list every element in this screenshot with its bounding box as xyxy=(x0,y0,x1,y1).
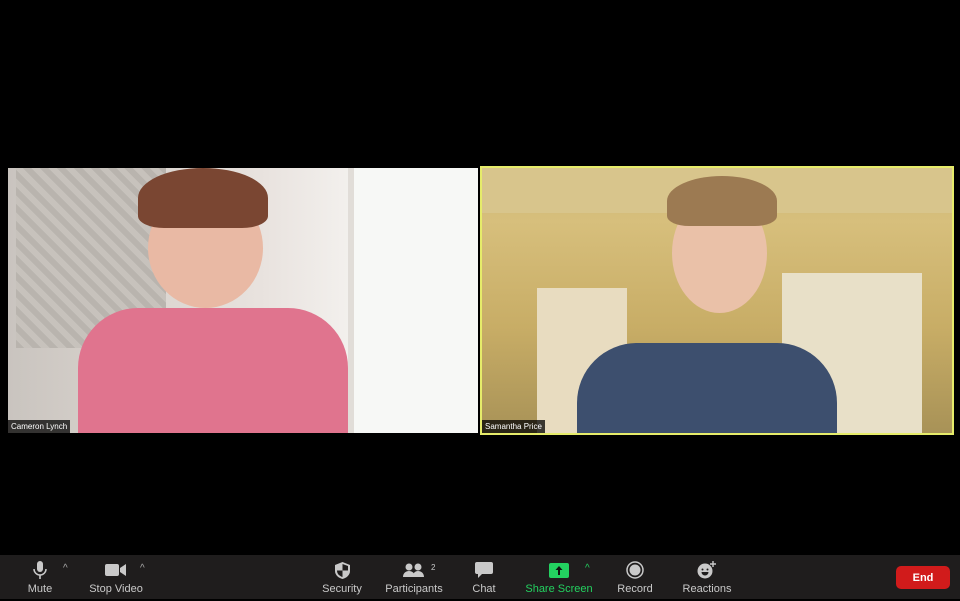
video-feed xyxy=(482,168,952,433)
video-camera-icon xyxy=(105,560,127,580)
video-feed xyxy=(8,168,478,433)
audio-options-caret-icon[interactable]: ^ xyxy=(63,563,68,574)
share-screen-icon xyxy=(549,560,569,580)
emoji-plus-icon xyxy=(697,560,717,580)
participants-icon: 2 xyxy=(403,560,435,580)
microphone-icon xyxy=(33,560,47,580)
security-button[interactable]: Security xyxy=(320,555,364,599)
video-tile-samantha-price[interactable]: Samantha Price xyxy=(480,166,954,435)
chat-bubble-icon xyxy=(475,560,493,580)
shield-icon xyxy=(334,560,350,580)
reactions-button[interactable]: Reactions xyxy=(680,555,734,599)
video-tile-cameron-lynch[interactable]: Cameron Lynch xyxy=(8,168,478,433)
participants-button[interactable]: 2 Participants xyxy=(384,555,444,599)
participant-name: Cameron Lynch xyxy=(8,420,71,433)
chat-button[interactable]: Chat xyxy=(466,555,502,599)
stop-video-button[interactable]: Stop Video xyxy=(86,555,146,599)
record-icon xyxy=(626,560,644,580)
participants-count: 2 xyxy=(431,563,436,572)
mute-button[interactable]: Mute xyxy=(20,555,60,599)
video-options-caret-icon[interactable]: ^ xyxy=(140,563,145,574)
record-button[interactable]: Record xyxy=(615,555,655,599)
share-options-caret-icon[interactable]: ^ xyxy=(585,563,590,574)
meeting-toolbar: Mute ^ Stop Video ^ Security 2 Participa… xyxy=(0,555,960,599)
participant-name: Samantha Price xyxy=(482,420,545,433)
share-screen-button[interactable]: Share Screen xyxy=(525,555,593,599)
end-meeting-button[interactable]: End xyxy=(896,566,950,589)
